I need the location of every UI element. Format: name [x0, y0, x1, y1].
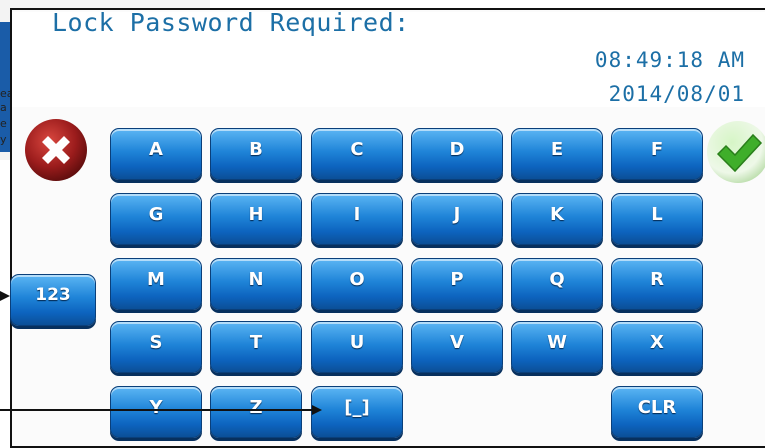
key-b[interactable]: B — [210, 128, 302, 180]
key-s[interactable]: S — [110, 321, 202, 373]
key-p[interactable]: P — [411, 258, 503, 310]
key-v[interactable]: V — [411, 321, 503, 373]
cancel-button[interactable] — [24, 118, 88, 182]
x-circle-icon — [25, 119, 87, 181]
key-n[interactable]: N — [210, 258, 302, 310]
key-l[interactable]: L — [611, 193, 703, 245]
key-r[interactable]: R — [611, 258, 703, 310]
key-space[interactable]: [_] — [311, 386, 403, 438]
key-k[interactable]: K — [511, 193, 603, 245]
key-q[interactable]: Q — [511, 258, 603, 310]
numeric-mode-button[interactable]: 123 — [10, 274, 96, 326]
clock-time: 08:49:18 AM — [594, 48, 745, 72]
key-j[interactable]: J — [411, 193, 503, 245]
key-z[interactable]: Z — [210, 386, 302, 438]
key-h[interactable]: H — [210, 193, 302, 245]
key-t[interactable]: T — [210, 321, 302, 373]
dialog-title: Lock Password Required: — [52, 8, 410, 37]
key-w[interactable]: W — [511, 321, 603, 373]
key-i[interactable]: I — [311, 193, 403, 245]
key-a[interactable]: A — [110, 128, 202, 180]
key-e[interactable]: E — [511, 128, 603, 180]
key-c[interactable]: C — [311, 128, 403, 180]
annotation-arrow — [0, 291, 10, 301]
key-m[interactable]: M — [110, 258, 202, 310]
checkmark-icon — [707, 121, 765, 183]
confirm-button[interactable] — [706, 120, 765, 184]
key-y[interactable]: Y — [110, 386, 202, 438]
key-x[interactable]: X — [611, 321, 703, 373]
clock-date: 2014/08/01 — [608, 82, 745, 106]
annotation-arrow — [0, 405, 322, 415]
background-text-fragment: y — [0, 133, 7, 146]
key-clear[interactable]: CLR — [611, 386, 703, 438]
background-text-fragment: a — [0, 101, 7, 114]
key-o[interactable]: O — [311, 258, 403, 310]
key-u[interactable]: U — [311, 321, 403, 373]
key-d[interactable]: D — [411, 128, 503, 180]
key-g[interactable]: G — [110, 193, 202, 245]
key-f[interactable]: F — [611, 128, 703, 180]
background-text-fragment: e — [0, 117, 7, 130]
